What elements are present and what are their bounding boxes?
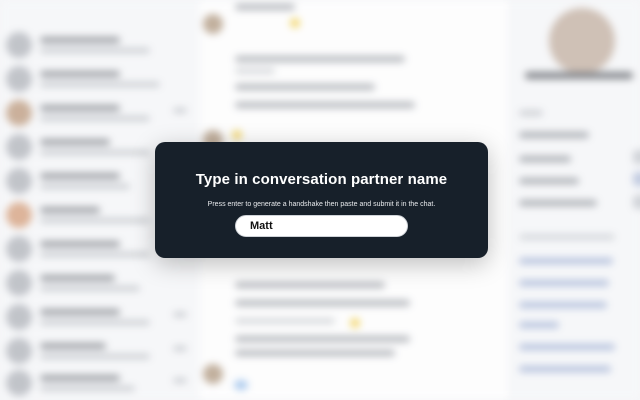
partner-name-input[interactable] (235, 215, 408, 237)
conversation-item (6, 66, 191, 94)
conversation-item (6, 338, 191, 366)
conversation-item (6, 100, 191, 128)
conversation-item (6, 270, 191, 298)
conversation-item (6, 32, 191, 60)
dialog-instruction-text: Press enter to generate a handshake then… (207, 201, 436, 208)
conversation-item (6, 304, 191, 332)
contact-details-panel (510, 0, 640, 400)
partner-name-dialog: Type in conversation partner name Press … (155, 142, 488, 258)
conversation-item (6, 370, 191, 398)
dialog-title: Type in conversation partner name (195, 171, 448, 188)
